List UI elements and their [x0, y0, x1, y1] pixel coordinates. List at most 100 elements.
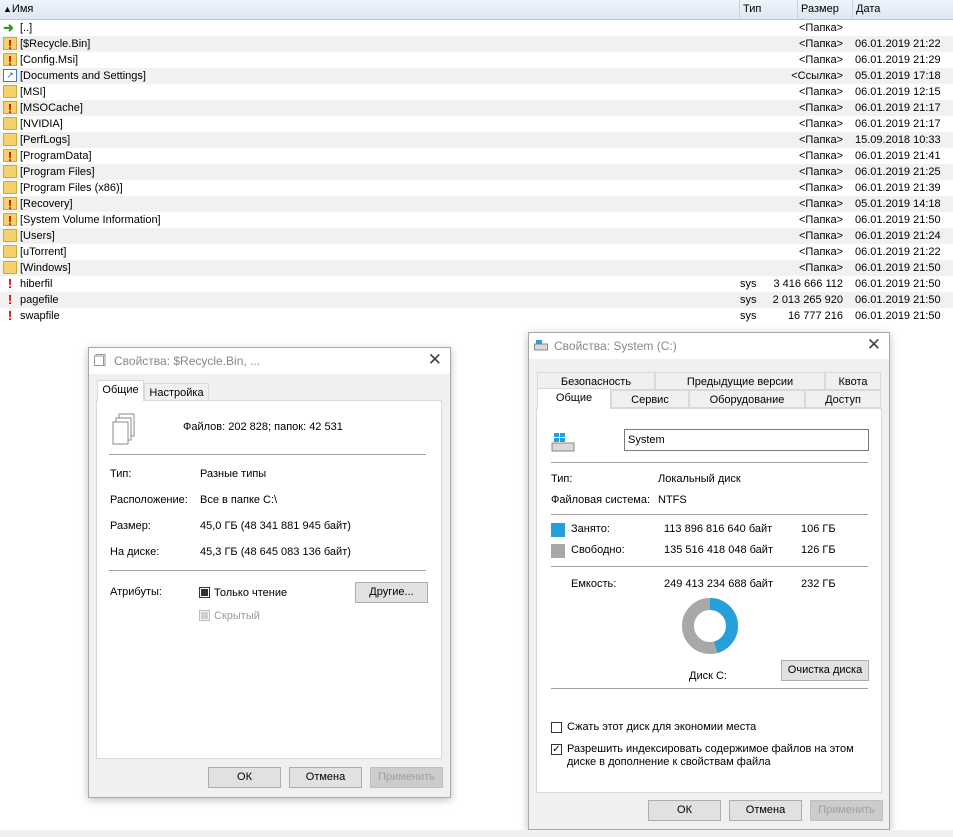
tab-general-label: Общие [555, 392, 593, 404]
tab-quota[interactable]: Квота [825, 372, 881, 390]
hidden-label: Скрытый [214, 610, 260, 622]
file-size: <Папка> [799, 38, 843, 50]
folder-icon [3, 133, 17, 146]
column-date-label: Дата [856, 3, 881, 15]
file-name: [System Volume Information] [20, 214, 161, 226]
status-bar [0, 830, 953, 837]
file-row[interactable]: [uTorrent] <Папка> 06.01.2019 21:22 [0, 244, 953, 260]
readonly-checkbox[interactable] [199, 587, 210, 598]
column-size-header[interactable]: Размер [798, 0, 853, 19]
capacity-bytes: 249 413 234 688 байт [664, 578, 773, 590]
cancel-button[interactable]: Отмена [729, 800, 802, 821]
column-size-label: Размер [801, 3, 839, 15]
file-date: 06.01.2019 21:50 [855, 214, 941, 226]
other-attributes-label: Другие... [369, 586, 414, 598]
file-name: [..] [20, 22, 33, 34]
tab-settings[interactable]: Настройка [144, 383, 209, 401]
disk-cleanup-label: Очистка диска [787, 664, 863, 676]
recycle-properties-dialog: Свойства: $Recycle.Bin, ... ✕ Общие Наст… [88, 347, 451, 798]
ok-button[interactable]: ОК [208, 767, 281, 788]
file-row[interactable]: ! hiberfil sys 3 416 666 112 06.01.2019 21:5… [0, 276, 953, 292]
free-gb: 126 ГБ [801, 544, 836, 556]
file-row[interactable]: ! [$Recycle.Bin] <Папка> 06.01.2019 21:22 [0, 36, 953, 52]
file-date: 06.01.2019 12:15 [855, 86, 941, 98]
on-disk-value: 45,3 ГБ (48 645 083 136 байт) [200, 546, 351, 558]
capacity-label: Емкость: [571, 578, 617, 590]
file-type: sys [740, 278, 757, 290]
volume-name-input[interactable] [624, 429, 869, 451]
disk-cleanup-button[interactable]: Очистка диска [781, 660, 869, 681]
file-size: <Папка> [799, 214, 843, 226]
column-type-header[interactable]: Тип [740, 0, 798, 19]
file-size: <Папка> [799, 182, 843, 194]
tab-sharing[interactable]: Доступ [805, 390, 881, 408]
apply-label: Применить [818, 804, 875, 816]
column-name-header[interactable]: ▲Имя [0, 0, 740, 19]
file-row[interactable]: ! [MSOCache] <Папка> 06.01.2019 21:17 [0, 100, 953, 116]
file-size: <Папка> [799, 246, 843, 258]
cancel-label: Отмена [305, 771, 346, 783]
warning-file-icon: ! [7, 276, 13, 291]
file-name: [$Recycle.Bin] [20, 38, 91, 50]
tab-general[interactable]: Общие [97, 380, 144, 401]
file-list: ➜ [..] <Папка>! [$Recycle.Bin] <Папка> 06.01.… [0, 20, 953, 324]
type-value: Локальный диск [658, 473, 741, 485]
file-row[interactable]: ➜ [..] <Папка> [0, 20, 953, 36]
ok-button[interactable]: ОК [648, 800, 721, 821]
close-icon[interactable]: ✕ [867, 336, 881, 354]
tab-hardware[interactable]: Оборудование [689, 390, 805, 408]
file-name: pagefile [20, 294, 59, 306]
file-row[interactable]: [Program Files] <Папка> 06.01.2019 21:25 [0, 164, 953, 180]
file-row[interactable]: [PerfLogs] <Папка> 15.09.2018 10:33 [0, 132, 953, 148]
free-space-swatch [551, 544, 565, 558]
file-date: 06.01.2019 21:17 [855, 118, 941, 130]
close-icon[interactable]: ✕ [428, 351, 442, 369]
warning-file-icon: ! [7, 308, 13, 323]
file-row[interactable]: [Program Files (x86)] <Папка> 06.01.2019 2… [0, 180, 953, 196]
file-size: <Папка> [799, 134, 843, 146]
size-value: 45,0 ГБ (48 341 881 945 байт) [200, 520, 351, 532]
file-date: 06.01.2019 21:50 [855, 278, 941, 290]
file-date: 06.01.2019 21:39 [855, 182, 941, 194]
file-date: 05.01.2019 17:18 [855, 70, 941, 82]
divider [551, 566, 868, 567]
file-size: <Папка> [799, 198, 843, 210]
files-folders-count: Файлов: 202 828; папок: 42 531 [183, 421, 343, 433]
file-size: <Папка> [799, 54, 843, 66]
file-row[interactable]: [Windows] <Папка> 06.01.2019 21:50 [0, 260, 953, 276]
cancel-button[interactable]: Отмена [289, 767, 362, 788]
index-checkbox[interactable]: ✓ [551, 744, 562, 755]
warning-folder-icon: ! [3, 37, 17, 51]
tab-general[interactable]: Общие [537, 388, 611, 409]
file-row[interactable]: [NVIDIA] <Папка> 06.01.2019 21:17 [0, 116, 953, 132]
other-attributes-button[interactable]: Другие... [355, 582, 428, 603]
multiple-files-icon [112, 413, 135, 445]
file-row[interactable]: ! [ProgramData] <Папка> 06.01.2019 21:41 [0, 148, 953, 164]
general-pane: Тип: Локальный диск Файловая система: NT… [536, 408, 882, 793]
divider [551, 462, 868, 463]
attributes-label: Атрибуты: [110, 586, 162, 598]
folder-icon [3, 245, 17, 258]
used-space-swatch [551, 523, 565, 537]
file-date: 15.09.2018 10:33 [855, 134, 941, 146]
compress-checkbox[interactable] [551, 722, 562, 733]
file-row[interactable]: ! [Config.Msi] <Папка> 06.01.2019 21:29 [0, 52, 953, 68]
file-row[interactable]: ! swapfile sys 16 777 216 06.01.2019 21:50 [0, 308, 953, 324]
apply-button: Применить [810, 800, 883, 821]
file-size: <Папка> [799, 118, 843, 130]
file-row[interactable]: ↗ [Documents and Settings] <Ссылка> 05.01.2… [0, 68, 953, 84]
file-row[interactable]: ! [Recovery] <Папка> 05.01.2019 14:18 [0, 196, 953, 212]
location-value: Все в папке C:\ [200, 494, 278, 506]
folder-icon [3, 117, 17, 130]
file-size: 16 777 216 [787, 310, 843, 322]
tab-previous-versions[interactable]: Предыдущие версии [655, 372, 825, 390]
tab-tools[interactable]: Сервис [611, 390, 689, 408]
type-label: Тип: [110, 468, 132, 480]
file-row[interactable]: [MSI] <Папка> 06.01.2019 12:15 [0, 84, 953, 100]
dialog-title: Свойства: System (C:) [554, 339, 677, 353]
file-row[interactable]: ! pagefile sys 2 013 265 920 06.01.2019 21:5… [0, 292, 953, 308]
file-row[interactable]: [Users] <Папка> 06.01.2019 21:24 [0, 228, 953, 244]
file-row[interactable]: ! [System Volume Information] <Папка> 06.01… [0, 212, 953, 228]
folder-icon [3, 165, 17, 178]
column-date-header[interactable]: Дата [853, 0, 953, 19]
